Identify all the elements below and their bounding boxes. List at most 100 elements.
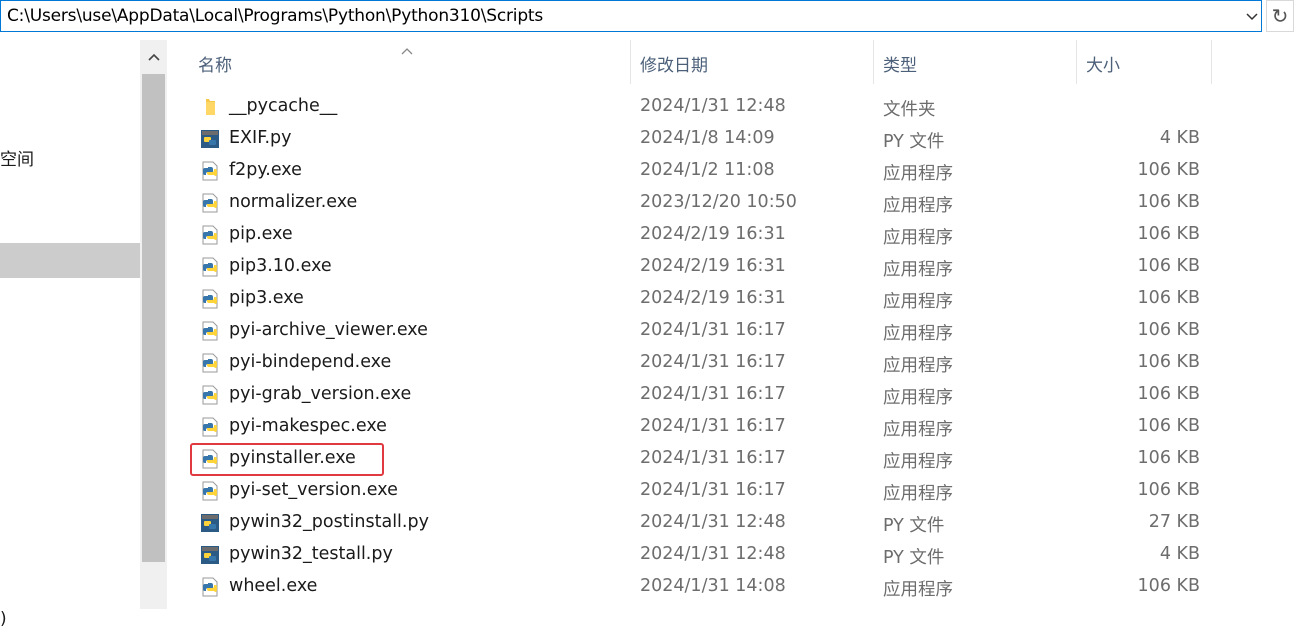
- python-exe-icon: [200, 385, 220, 405]
- python-exe-icon: [200, 225, 220, 245]
- file-name[interactable]: pyi-set_version.exe: [229, 480, 398, 500]
- file-size: 106 KB: [1137, 416, 1200, 436]
- file-size: 106 KB: [1137, 320, 1200, 340]
- file-name[interactable]: f2py.exe: [229, 160, 302, 180]
- python-file-icon: [200, 129, 220, 149]
- python-exe-icon: [200, 257, 220, 277]
- file-name[interactable]: __pycache__: [229, 96, 337, 116]
- file-size: 106 KB: [1137, 224, 1200, 244]
- file-type: 应用程序: [883, 356, 953, 376]
- file-type: 应用程序: [883, 580, 953, 600]
- folder-icon: [200, 97, 220, 117]
- file-type: 应用程序: [883, 292, 953, 312]
- python-exe-icon: [200, 161, 220, 181]
- file-row[interactable]: pip3.exe 2024/2/19 16:31 应用程序 106 KB: [190, 283, 1212, 315]
- file-name[interactable]: pip3.10.exe: [229, 256, 332, 276]
- nav-scrollbar[interactable]: [140, 40, 167, 609]
- file-type: 应用程序: [883, 324, 953, 344]
- file-name[interactable]: pip.exe: [229, 224, 293, 244]
- nav-item-selected[interactable]: [0, 243, 140, 278]
- python-exe-icon: [200, 321, 220, 341]
- file-row[interactable]: pip.exe 2024/2/19 16:31 应用程序 106 KB: [190, 219, 1212, 251]
- file-row[interactable]: pyi-set_version.exe 2024/1/31 16:17 应用程序 10…: [190, 475, 1212, 507]
- file-date: 2024/1/8 14:09: [640, 128, 775, 148]
- column-divider[interactable]: [1211, 40, 1212, 84]
- column-name-label: 名称: [198, 56, 232, 76]
- file-name[interactable]: pyi-makespec.exe: [229, 416, 387, 436]
- file-row[interactable]: pyi-grab_version.exe 2024/1/31 16:17 应用程序 1…: [190, 379, 1212, 411]
- python-exe-icon: [200, 193, 220, 213]
- file-row[interactable]: pywin32_testall.py 2024/1/31 12:48 PY 文件 4 …: [190, 539, 1212, 571]
- file-date: 2024/1/31 16:17: [640, 448, 786, 468]
- file-type: 应用程序: [883, 388, 953, 408]
- file-date: 2024/1/2 11:08: [640, 160, 775, 180]
- column-header-type[interactable]: 类型: [875, 36, 1075, 88]
- column-date-label: 修改日期: [640, 56, 708, 76]
- address-bar[interactable]: C:\Users\use\AppData\Local\Programs\Pyth…: [0, 0, 1262, 32]
- annotation-highlight-box: [190, 443, 384, 476]
- scrollbar-thumb[interactable]: [142, 74, 165, 562]
- file-row[interactable]: pyi-bindepend.exe 2024/1/31 16:17 应用程序 106 …: [190, 347, 1212, 379]
- file-date: 2024/1/31 16:17: [640, 416, 786, 436]
- column-type-label: 类型: [883, 56, 917, 76]
- file-row[interactable]: __pycache__ 2024/1/31 12:48 文件夹: [190, 91, 1212, 123]
- file-name[interactable]: EXIF.py: [229, 128, 292, 148]
- file-row[interactable]: normalizer.exe 2023/12/20 10:50 应用程序 106 KB: [190, 187, 1212, 219]
- chevron-down-icon[interactable]: [1241, 1, 1263, 33]
- column-divider[interactable]: [1076, 40, 1077, 84]
- file-date: 2024/1/31 12:48: [640, 544, 786, 564]
- file-row[interactable]: pywin32_postinstall.py 2024/1/31 12:48 PY …: [190, 507, 1212, 539]
- address-path[interactable]: C:\Users\use\AppData\Local\Programs\Pyth…: [7, 6, 543, 26]
- nav-item-partial-bottom[interactable]: ): [0, 609, 7, 629]
- file-size: 4 KB: [1159, 128, 1200, 148]
- file-name[interactable]: pyi-archive_viewer.exe: [229, 320, 428, 340]
- file-type: 应用程序: [883, 164, 953, 184]
- file-type: PY 文件: [883, 132, 945, 152]
- file-date: 2024/1/31 16:17: [640, 384, 786, 404]
- file-size: 106 KB: [1137, 256, 1200, 276]
- file-type: 应用程序: [883, 260, 953, 280]
- column-size-label: 大小: [1086, 56, 1120, 76]
- file-row[interactable]: pyi-makespec.exe 2024/1/31 16:17 应用程序 106 K…: [190, 411, 1212, 443]
- file-type: 应用程序: [883, 420, 953, 440]
- file-size: 106 KB: [1137, 160, 1200, 180]
- file-row[interactable]: wheel.exe 2024/1/31 14:08 应用程序 106 KB: [190, 571, 1212, 603]
- file-date: 2024/2/19 16:31: [640, 256, 786, 276]
- file-name[interactable]: pip3.exe: [229, 288, 304, 308]
- column-divider[interactable]: [630, 40, 631, 84]
- column-header-name[interactable]: 名称: [190, 36, 630, 88]
- file-size: 106 KB: [1137, 384, 1200, 404]
- file-row[interactable]: pyi-archive_viewer.exe 2024/1/31 16:17 应用程…: [190, 315, 1212, 347]
- navigation-pane: 空间 ): [0, 33, 140, 629]
- file-name[interactable]: wheel.exe: [229, 576, 317, 596]
- column-header-size[interactable]: 大小: [1078, 36, 1210, 88]
- file-type: 应用程序: [883, 484, 953, 504]
- file-name[interactable]: pywin32_postinstall.py: [229, 512, 429, 532]
- file-size: 106 KB: [1137, 448, 1200, 468]
- column-header: 名称 修改日期 类型 大小: [0, 36, 1316, 88]
- python-file-icon: [200, 513, 220, 533]
- file-row[interactable]: EXIF.py 2024/1/8 14:09 PY 文件 4 KB: [190, 123, 1212, 155]
- file-size: 106 KB: [1137, 192, 1200, 212]
- file-name[interactable]: pywin32_testall.py: [229, 544, 393, 564]
- python-exe-icon: [200, 577, 220, 597]
- file-size: 4 KB: [1159, 544, 1200, 564]
- file-size: 27 KB: [1148, 512, 1200, 532]
- python-file-icon: [200, 545, 220, 565]
- column-divider[interactable]: [873, 40, 874, 84]
- column-header-date[interactable]: 修改日期: [632, 36, 872, 88]
- file-row[interactable]: pip3.10.exe 2024/2/19 16:31 应用程序 106 KB: [190, 251, 1212, 283]
- file-date: 2024/1/31 12:48: [640, 512, 786, 532]
- file-size: 106 KB: [1137, 576, 1200, 596]
- file-row[interactable]: f2py.exe 2024/1/2 11:08 应用程序 106 KB: [190, 155, 1212, 187]
- python-exe-icon: [200, 417, 220, 437]
- file-type: 应用程序: [883, 196, 953, 216]
- refresh-button[interactable]: ↻: [1266, 0, 1294, 32]
- file-name[interactable]: normalizer.exe: [229, 192, 357, 212]
- nav-item-partial[interactable]: 空间: [0, 145, 34, 170]
- file-size: 106 KB: [1137, 288, 1200, 308]
- file-date: 2024/1/31 14:08: [640, 576, 786, 596]
- file-type: PY 文件: [883, 516, 945, 536]
- file-name[interactable]: pyi-grab_version.exe: [229, 384, 411, 404]
- file-name[interactable]: pyi-bindepend.exe: [229, 352, 391, 372]
